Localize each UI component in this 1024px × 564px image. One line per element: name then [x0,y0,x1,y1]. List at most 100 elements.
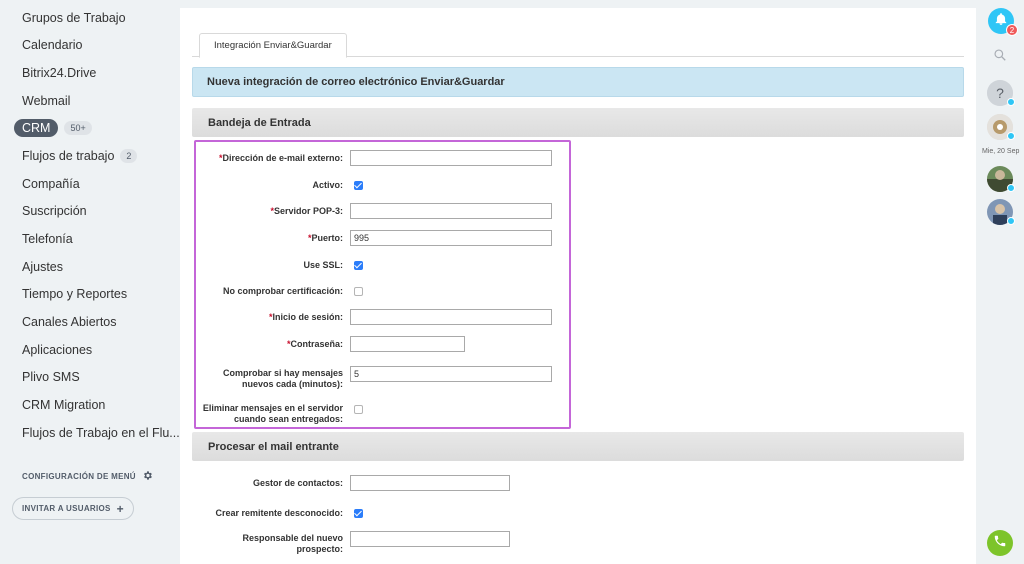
section-header-incoming: Procesar el mail entrante [192,432,964,461]
sidebar-item-flujos-en-el-flujo[interactable]: Flujos de Trabajo en el Flu... [22,422,180,444]
email-label: *Dirección de e-mail externo: [180,153,343,164]
call-button[interactable] [987,530,1013,556]
delete-checkbox[interactable] [354,405,363,414]
menu-config-button[interactable]: CONFIGURACIÓN DE MENÚ [22,470,153,483]
field-label-line: Eliminar mensajes en el servidor [202,403,343,413]
password-field[interactable] [350,336,465,352]
sidebar-item-crm-migration[interactable]: CRM Migration [22,394,105,416]
sidebar-item-label: CRM Migration [22,398,106,412]
sidebar-item-ajustes[interactable]: Ajustes [22,256,63,278]
online-indicator [1007,132,1015,140]
tab-bar: Integración Enviar&Guardar [192,33,964,58]
field-label-line: cuando sean entregados: [233,414,343,424]
gear-icon [142,470,153,483]
sidebar-item-label: Ajustes [22,260,63,274]
sidebar-item-label: Calendario [22,38,83,52]
section-title: Bandeja de Entrada [208,116,311,129]
field-label-text: Contraseña: [290,339,343,349]
sidebar-item-label: Bitrix24.Drive [22,66,97,80]
sidebar-item-compania[interactable]: Compañía [22,173,80,195]
field-label-text: Dirección de e-mail externo: [222,153,343,163]
tab-integracion[interactable]: Integración Enviar&Guardar [199,33,347,58]
field-label-text: Puerto: [311,233,344,243]
online-indicator [1007,98,1015,106]
create-sender-checkbox[interactable] [354,509,363,518]
date-label: Mie, 20 Sep [982,148,1020,155]
login-field[interactable] [350,309,552,325]
contacts-field[interactable] [350,475,510,491]
ssl-label: Use SSL: [303,260,343,270]
tab-label: Integración Enviar&Guardar [214,40,332,51]
pop3-server-field[interactable] [350,203,552,219]
sidebar-item-label: Grupos de Trabajo [22,11,126,25]
left-sidebar: Grupos de Trabajo Calendario Bitrix24.Dr… [0,0,180,564]
email-field[interactable] [350,150,552,166]
field-label-line: Responsable del nuevo [242,533,343,543]
online-indicator [1007,184,1015,192]
sidebar-item-aplicaciones[interactable]: Aplicaciones [22,339,92,361]
search-icon [993,49,1007,66]
nocert-checkbox[interactable] [354,287,363,296]
sidebar-item-label: Telefonía [22,232,73,246]
sidebar-item-telefonia[interactable]: Telefonía [22,228,73,250]
active-checkbox[interactable] [354,181,363,190]
field-label-text: Servidor POP-3: [273,206,343,216]
field-label-text: Inicio de sesión: [272,312,343,322]
sidebar-item-label: Aplicaciones [22,343,93,357]
ssl-checkbox[interactable] [354,261,363,270]
sidebar-item-crm[interactable]: CRM 50+ [14,117,92,139]
sidebar-item-suscripcion[interactable]: Suscripción [22,200,87,222]
nocert-label: No comprobar certificación: [222,286,343,296]
sidebar-item-flujos-de-trabajo[interactable]: Flujos de trabajo 2 [22,145,138,167]
sidebar-item-grupos-de-trabajo[interactable]: Grupos de Trabajo [22,7,126,29]
delete-label: Eliminar mensajes en el servidor cuando s… [180,403,343,425]
section-title: Procesar el mail entrante [208,440,339,453]
sidebar-item-label: Suscripción [22,204,87,218]
count-badge: 2 [120,149,138,163]
password-label: *Contraseña: [180,339,343,350]
count-badge: 50+ [64,121,92,135]
port-label: *Puerto: [180,233,343,244]
notification-count-badge: 2 [1006,24,1018,36]
active-label: Activo: [312,180,343,190]
menu-config-label: CONFIGURACIÓN DE MENÚ [22,472,136,481]
interval-field[interactable]: 5 [350,366,552,382]
sidebar-item-label: CRM [14,119,59,137]
field-label-line: prospecto: [296,544,343,554]
search-button[interactable] [993,48,1007,67]
pop3-label: *Servidor POP-3: [180,206,343,217]
sidebar-item-canales-abiertos[interactable]: Canales Abiertos [22,311,117,333]
sidebar-item-drive[interactable]: Bitrix24.Drive [22,62,96,84]
sidebar-item-webmail[interactable]: Webmail [22,90,70,112]
page-title-text: Nueva integración de correo electrónico … [207,76,505,88]
online-indicator [1007,217,1015,225]
invite-users-button[interactable]: INVITAR A USUARIOS + [12,497,134,520]
sidebar-item-plivo-sms[interactable]: Plivo SMS [22,366,80,388]
port-field[interactable]: 995 [350,230,552,246]
sidebar-item-label: Tiempo y Reportes [22,287,128,301]
sidebar-item-label: Canales Abiertos [22,315,117,329]
sidebar-item-label: Compañía [22,177,80,191]
section-header-inbox: Bandeja de Entrada [192,108,964,137]
login-label: *Inicio de sesión: [180,312,343,323]
create-sender-label: Crear remitente desconocido: [215,508,343,518]
invite-users-label: INVITAR A USUARIOS [22,504,111,513]
page-title: Nueva integración de correo electrónico … [192,67,964,97]
sidebar-item-label: Flujos de Trabajo en el Flu... [22,426,180,440]
responsible-label: Responsable del nuevo prospecto: [180,533,343,555]
phone-icon [993,534,1007,553]
responsible-field[interactable] [350,531,510,547]
contacts-label: Gestor de contactos: [252,478,343,488]
sidebar-item-label: Webmail [22,94,71,108]
sidebar-item-calendario[interactable]: Calendario [22,34,82,56]
sidebar-item-label: Flujos de trabajo [22,149,115,163]
sidebar-item-label: Plivo SMS [22,370,80,384]
field-label-line: Comprobar si hay mensajes [222,368,343,378]
plus-icon: + [116,501,124,516]
unknown-user-glyph: ? [996,85,1004,101]
field-label-line: nuevos cada (minutos): [241,379,343,389]
sidebar-item-tiempo-y-reportes[interactable]: Tiempo y Reportes [22,283,127,305]
main-panel: Integración Enviar&Guardar Nueva integra… [180,8,976,564]
interval-label: Comprobar si hay mensajes nuevos cada (mi… [180,368,343,390]
right-bar: 2 ? Mie, 20 Sep [976,0,1024,564]
